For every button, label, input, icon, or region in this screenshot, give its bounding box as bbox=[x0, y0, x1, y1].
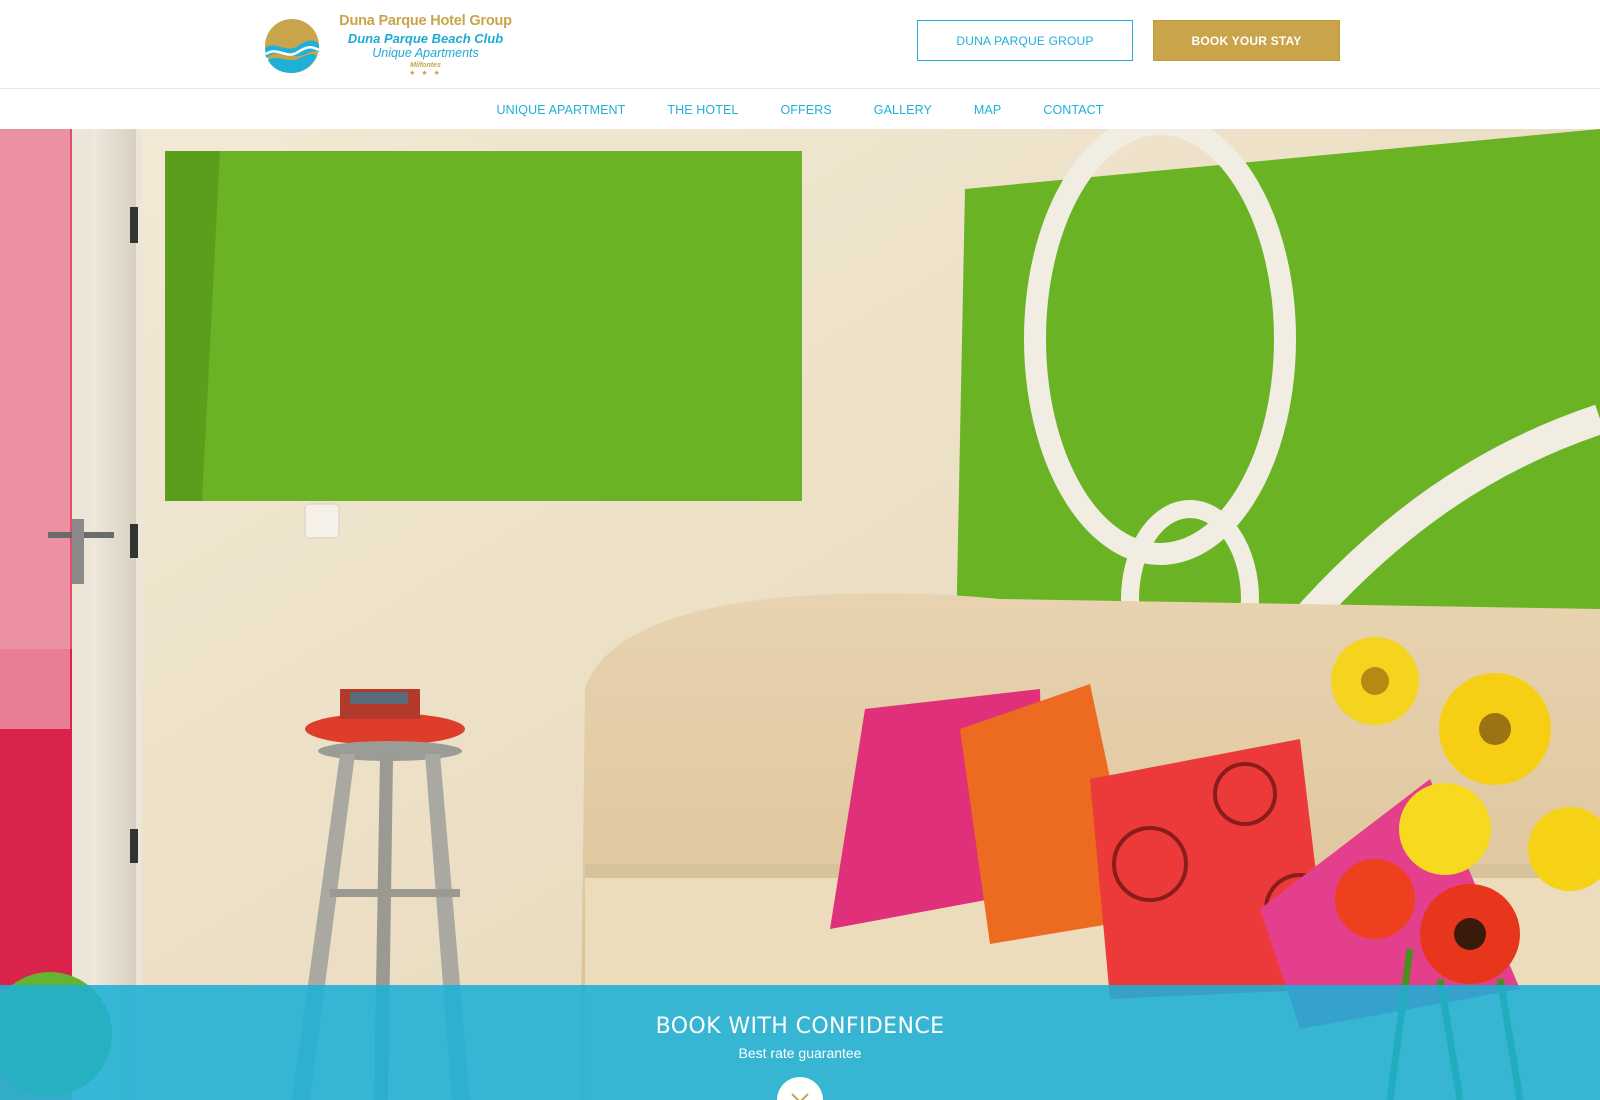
logo-text: Duna Parque Hotel Group Duna Parque Beac… bbox=[328, 13, 523, 77]
main-nav: UNIQUE APARTMENT THE HOTEL OFFERS GALLER… bbox=[0, 90, 1600, 129]
logo-mark-icon bbox=[265, 19, 320, 73]
chevron-down-icon bbox=[791, 1093, 809, 1100]
nav-item-unique-apartment[interactable]: UNIQUE APARTMENT bbox=[496, 103, 625, 117]
scroll-down-button[interactable] bbox=[777, 1077, 823, 1100]
hero-image bbox=[0, 129, 1600, 1100]
nav-item-the-hotel[interactable]: THE HOTEL bbox=[667, 103, 738, 117]
logo-subtitle: Unique Apartments bbox=[372, 46, 479, 60]
logo[interactable]: Duna Parque Hotel Group Duna Parque Beac… bbox=[262, 13, 517, 79]
logo-stars: ★ ★ ★ bbox=[409, 70, 442, 77]
nav-item-map[interactable]: MAP bbox=[974, 103, 1001, 117]
logo-location: Milfontes bbox=[410, 62, 441, 69]
book-your-stay-button[interactable]: BOOK YOUR STAY bbox=[1153, 20, 1340, 61]
banner-title: BOOK WITH CONFIDENCE bbox=[655, 1014, 945, 1039]
nav-item-contact[interactable]: CONTACT bbox=[1043, 103, 1103, 117]
booking-banner: BOOK WITH CONFIDENCE Best rate guarantee bbox=[0, 985, 1600, 1100]
nav-item-gallery[interactable]: GALLERY bbox=[874, 103, 932, 117]
banner-subtitle: Best rate guarantee bbox=[738, 1045, 862, 1061]
duna-parque-group-button[interactable]: DUNA PARQUE GROUP bbox=[917, 20, 1133, 61]
site-header: Duna Parque Hotel Group Duna Parque Beac… bbox=[0, 0, 1600, 89]
logo-club-name: Duna Parque Beach Club bbox=[347, 31, 504, 46]
hero-photo-illustration bbox=[0, 129, 1600, 1100]
logo-group-name: Duna Parque Hotel Group bbox=[339, 13, 512, 29]
nav-item-offers[interactable]: OFFERS bbox=[780, 103, 831, 117]
